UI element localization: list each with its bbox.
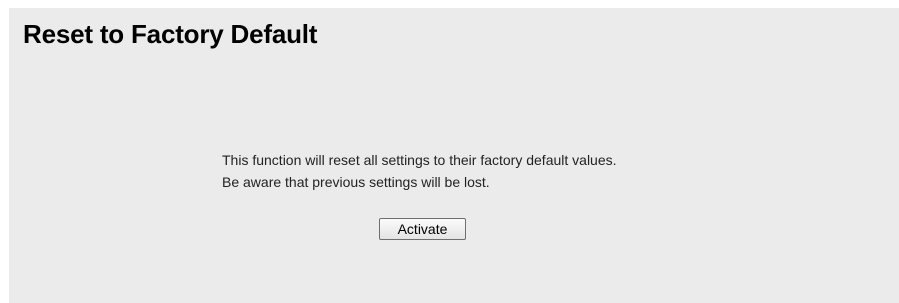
activate-button[interactable]: Activate	[379, 218, 466, 240]
content-panel: Reset to Factory Default This function w…	[9, 8, 899, 303]
reset-warning-line-2: Be aware that previous settings will be …	[222, 174, 490, 190]
reset-warning-line-1: This function will reset all settings to…	[222, 152, 617, 168]
page-title: Reset to Factory Default	[23, 19, 318, 49]
reset-warning-message: This function will reset all settings to…	[222, 149, 617, 193]
